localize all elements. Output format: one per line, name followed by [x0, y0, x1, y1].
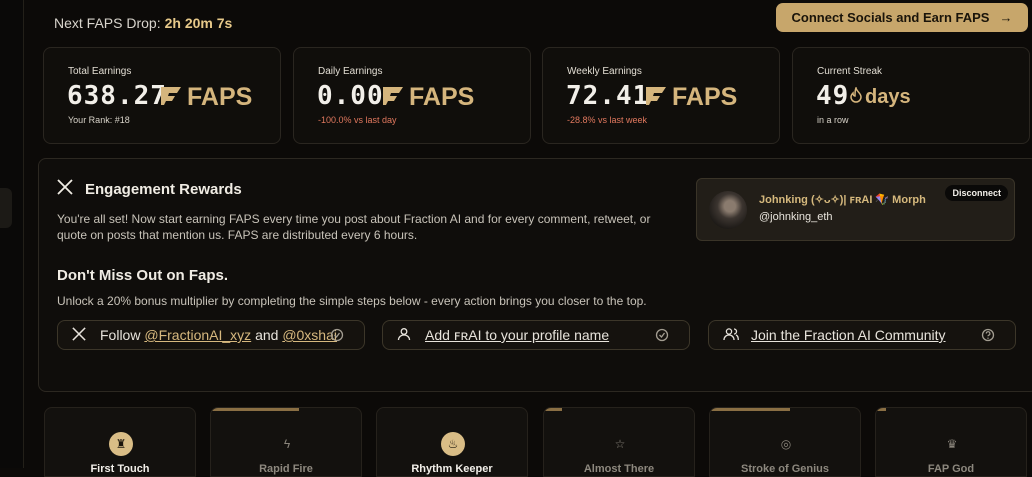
fractionai-link[interactable]: @FractionAI_xyz — [144, 327, 251, 343]
connect-label: Connect Socials and Earn FAPS — [791, 10, 990, 25]
weekly-earnings-card: Weekly Earnings 72.41 FAPS -28.8% vs las… — [542, 47, 780, 144]
badge-name: Almost There — [583, 463, 655, 475]
add-to-profile-label: Add ꜰʀAI to your profile name — [425, 327, 610, 343]
avatar — [709, 191, 747, 229]
follow-task[interactable]: Follow @FractionAI_xyz and @0xshai — [57, 320, 365, 350]
badge-name: FAP God — [927, 463, 975, 475]
help-icon[interactable] — [981, 328, 995, 345]
card-value: 638.27 — [67, 81, 167, 111]
users-icon — [723, 327, 739, 344]
badge-progress — [710, 408, 790, 411]
x-logo-icon — [72, 327, 86, 344]
badge-progress — [211, 408, 299, 411]
card-value: 72.41 — [566, 81, 650, 111]
flame-icon: ♨ — [441, 432, 465, 456]
card-unit: FAPS — [383, 83, 474, 112]
next-drop: Next FAPS Drop: 2h 20m 7s — [54, 15, 233, 31]
unlock-text: Unlock a 20% bonus multiplier by complet… — [57, 294, 647, 308]
total-earnings-card: Total Earnings 638.27 FAPS Your Rank: #1… — [43, 47, 281, 144]
badge-progress — [876, 408, 886, 411]
card-label: Daily Earnings — [318, 66, 383, 77]
x-logo-icon — [57, 179, 73, 199]
badge-name: Rapid Fire — [259, 463, 313, 475]
card-value: 49 — [816, 81, 850, 111]
badge-stroke-of-genius[interactable]: ◎ Stroke of Genius — [709, 407, 861, 477]
drop-timer: 2h 20m 7s — [164, 15, 233, 31]
profile-name: Johnking (✧ᴗ✧)| ꜰʀAI 🪁 Morph — [759, 194, 926, 206]
badge-first-touch[interactable]: ♜ First Touch — [44, 407, 196, 477]
0xshai-link[interactable]: @0xshai — [282, 327, 337, 343]
card-sub: in a row — [817, 115, 849, 125]
flame-icon — [849, 85, 863, 109]
card-sub: -28.8% vs last week — [567, 115, 648, 125]
verify-check-icon[interactable] — [655, 328, 669, 345]
engagement-title: Engagement Rewards — [57, 179, 242, 199]
connect-socials-button[interactable]: Connect Socials and Earn FAPS → — [776, 3, 1028, 32]
faps-logo-icon — [161, 83, 181, 112]
daily-earnings-card: Daily Earnings 0.00 FAPS -100.0% vs last… — [293, 47, 531, 144]
badge-name: Rhythm Keeper — [411, 463, 493, 475]
badge-progress — [544, 408, 562, 411]
card-unit: FAPS — [646, 83, 737, 112]
card-sub: -100.0% vs last day — [318, 115, 397, 125]
badge-rhythm-keeper[interactable]: ♨ Rhythm Keeper — [376, 407, 528, 477]
engagement-panel: Engagement Rewards You're all set! Now s… — [38, 158, 1032, 392]
card-label: Weekly Earnings — [567, 66, 642, 77]
lightning-icon: ϟ — [283, 437, 291, 451]
card-unit: FAPS — [161, 83, 252, 112]
card-value: 0.00 — [317, 81, 384, 111]
current-streak-card: Current Streak 49 days in a row — [792, 47, 1030, 144]
disconnect-button[interactable]: Disconnect — [945, 185, 1008, 201]
faps-logo-icon — [646, 83, 666, 112]
arrow-right-icon: → — [999, 10, 1013, 25]
add-to-profile-task[interactable]: Add ꜰʀAI to your profile name — [382, 320, 690, 350]
connected-profile-card: Johnking (✧ᴗ✧)| ꜰʀAI 🪁 Morph @johnking_e… — [696, 178, 1015, 241]
join-community-label: Join the Fraction AI Community — [751, 327, 946, 343]
verify-check-icon[interactable] — [330, 328, 344, 345]
faps-logo-icon — [383, 83, 403, 112]
trophy-icon: ♜ — [109, 432, 133, 456]
join-community-task[interactable]: Join the Fraction AI Community — [708, 320, 1016, 350]
crown-icon: ♛ — [946, 437, 958, 451]
engagement-description: You're all set! Now start earning FAPS e… — [57, 212, 651, 242]
badge-name: First Touch — [90, 463, 150, 475]
dont-miss-heading: Don't Miss Out on Faps. — [57, 267, 229, 284]
card-sub: Your Rank: #18 — [68, 115, 130, 125]
card-label: Current Streak — [817, 66, 883, 77]
profile-handle: @johnking_eth — [759, 211, 833, 223]
badge-fap-god[interactable]: ♛ FAP God — [875, 407, 1027, 477]
target-icon: ◎ — [780, 437, 792, 451]
sidebar-active-item[interactable] — [0, 188, 12, 228]
badge-almost-there[interactable]: ☆ Almost There — [543, 407, 695, 477]
card-unit: days — [849, 85, 911, 109]
card-label: Total Earnings — [68, 66, 132, 77]
badge-rapid-fire[interactable]: ϟ Rapid Fire — [210, 407, 362, 477]
sidebar — [0, 0, 24, 468]
star-icon: ☆ — [614, 437, 626, 451]
badge-name: Stroke of Genius — [740, 463, 830, 475]
user-icon — [397, 327, 411, 344]
